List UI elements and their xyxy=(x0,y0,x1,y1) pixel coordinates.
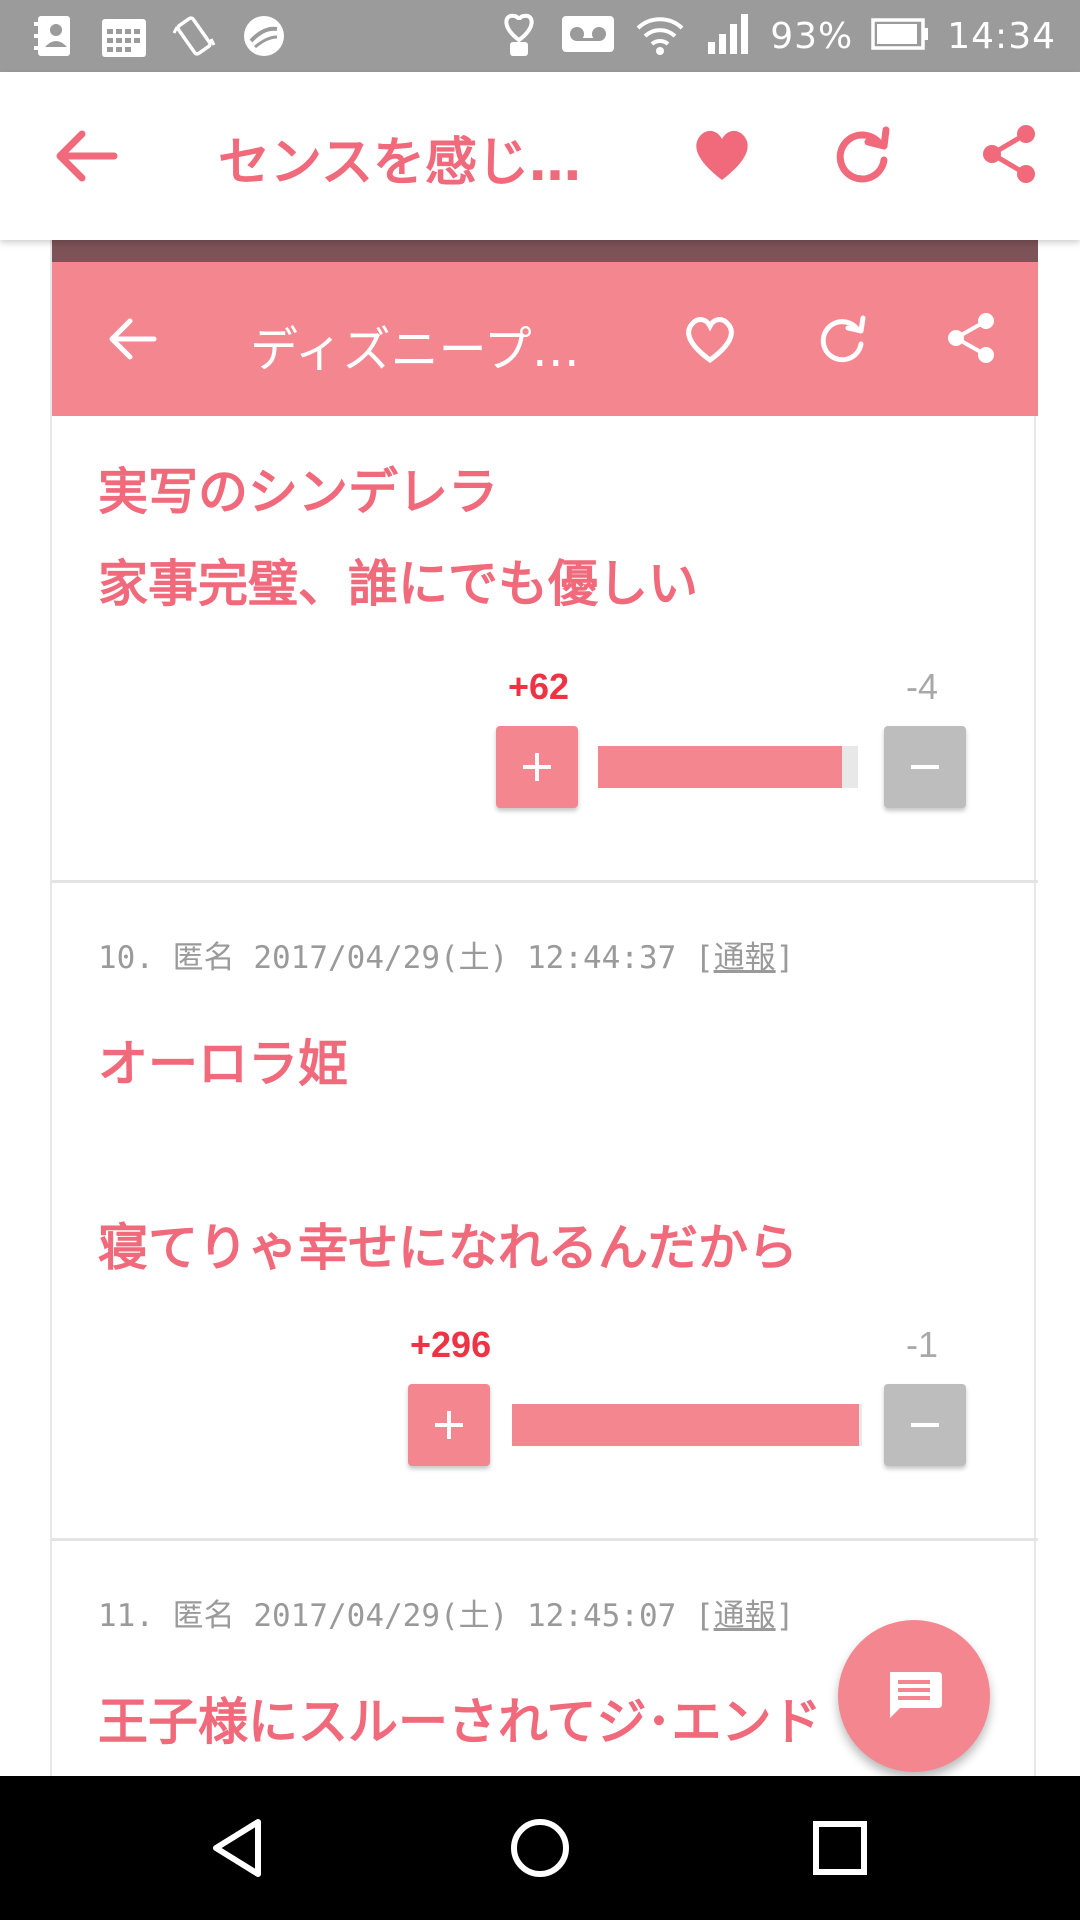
comment-line: 寝てりゃ幸せになれるんだから xyxy=(98,1219,798,1277)
divider xyxy=(52,1538,1038,1541)
message-icon xyxy=(890,1672,942,1718)
plus-count: +62 xyxy=(508,666,570,707)
plus-button[interactable] xyxy=(496,726,578,808)
battery-icon xyxy=(871,16,929,56)
comment-body: 王子様にスルーされてジ･エンド xyxy=(98,1676,822,1768)
status-bar: 93% 14:34 xyxy=(0,0,1080,72)
comment-line: 実写のシンデレラ xyxy=(98,463,498,521)
minus-button[interactable] xyxy=(884,1384,966,1466)
comment-body: オーロラ姫 寝てりゃ幸せになれるんだから xyxy=(98,1018,798,1294)
clock: 14:34 xyxy=(947,15,1056,57)
vote-ratio-fill xyxy=(512,1404,859,1446)
report-link[interactable]: 通報 xyxy=(714,1598,776,1634)
page-title: センスを感じ… xyxy=(218,133,581,193)
divider xyxy=(52,880,1038,883)
battery-percent: 93% xyxy=(770,15,854,57)
vote-ratio-bar xyxy=(512,1404,862,1446)
calendar-icon xyxy=(100,12,148,60)
app-bar: センスを感じ… xyxy=(0,72,1080,240)
comment-meta: 10. 匿名 2017/04/29(土) 12:44:37 [通報] xyxy=(98,940,795,976)
comment-line: オーロラ姫 xyxy=(98,1035,348,1093)
back-triangle-icon[interactable] xyxy=(200,1808,280,1888)
report-link[interactable]: 通報 xyxy=(714,940,776,976)
heart-hand-icon xyxy=(496,10,542,62)
comment-fab-button[interactable] xyxy=(838,1620,990,1772)
vote-ratio-bar xyxy=(598,746,858,788)
comment-datetime: 2017/04/29(土) 12:45:07 xyxy=(253,1598,677,1634)
share-icon xyxy=(944,310,1000,366)
embedded-app-bar: ディズニープ… xyxy=(52,262,1038,416)
vote-ratio-fill xyxy=(598,746,843,788)
comment-body: 実写のシンデレラ 家事完璧、誰にでも優しい xyxy=(98,446,698,630)
app-circle-icon xyxy=(240,12,288,60)
minus-button[interactable] xyxy=(884,726,966,808)
back-arrow-icon xyxy=(104,314,158,364)
home-circle-icon[interactable] xyxy=(500,1808,580,1888)
reload-icon[interactable] xyxy=(830,124,894,188)
comment-line: 王子様にスルーされてジ･エンド xyxy=(98,1693,822,1751)
comment-number: 10. xyxy=(98,940,154,976)
plus-count: +296 xyxy=(410,1324,492,1365)
embedded-title: ディズニープ… xyxy=(250,322,580,378)
recents-square-icon[interactable] xyxy=(800,1808,880,1888)
comment-line xyxy=(98,1110,798,1202)
reload-icon xyxy=(814,312,870,368)
embedded-screenshot: ディズニープ… 実写のシンデレラ 家事完璧、誰にでも優しい +62 -4 10.… xyxy=(50,240,1038,1780)
comment-datetime: 2017/04/29(土) 12:44:37 xyxy=(253,940,677,976)
share-icon[interactable] xyxy=(978,122,1042,186)
comment-line: 家事完璧、誰にでも優しい xyxy=(98,555,698,613)
back-arrow-icon[interactable] xyxy=(50,126,120,186)
navigation-bar xyxy=(0,1776,1080,1920)
heart-outline-icon xyxy=(682,312,738,368)
comment-author: 匿名 xyxy=(172,1598,235,1634)
comment-number: 11. xyxy=(98,1598,154,1634)
voicemail-icon xyxy=(560,12,616,60)
minus-count: -4 xyxy=(906,666,939,707)
minus-count: -1 xyxy=(906,1324,939,1365)
plus-button[interactable] xyxy=(408,1384,490,1466)
signal-icon xyxy=(704,12,752,60)
comment-meta: 11. 匿名 2017/04/29(土) 12:45:07 [通報] xyxy=(98,1598,795,1634)
vibrate-icon xyxy=(170,12,218,60)
wifi-icon xyxy=(634,12,686,60)
heart-icon[interactable] xyxy=(690,124,754,188)
embedded-status-bar xyxy=(52,240,1038,262)
contacts-icon xyxy=(30,12,78,60)
comment-author: 匿名 xyxy=(172,940,235,976)
